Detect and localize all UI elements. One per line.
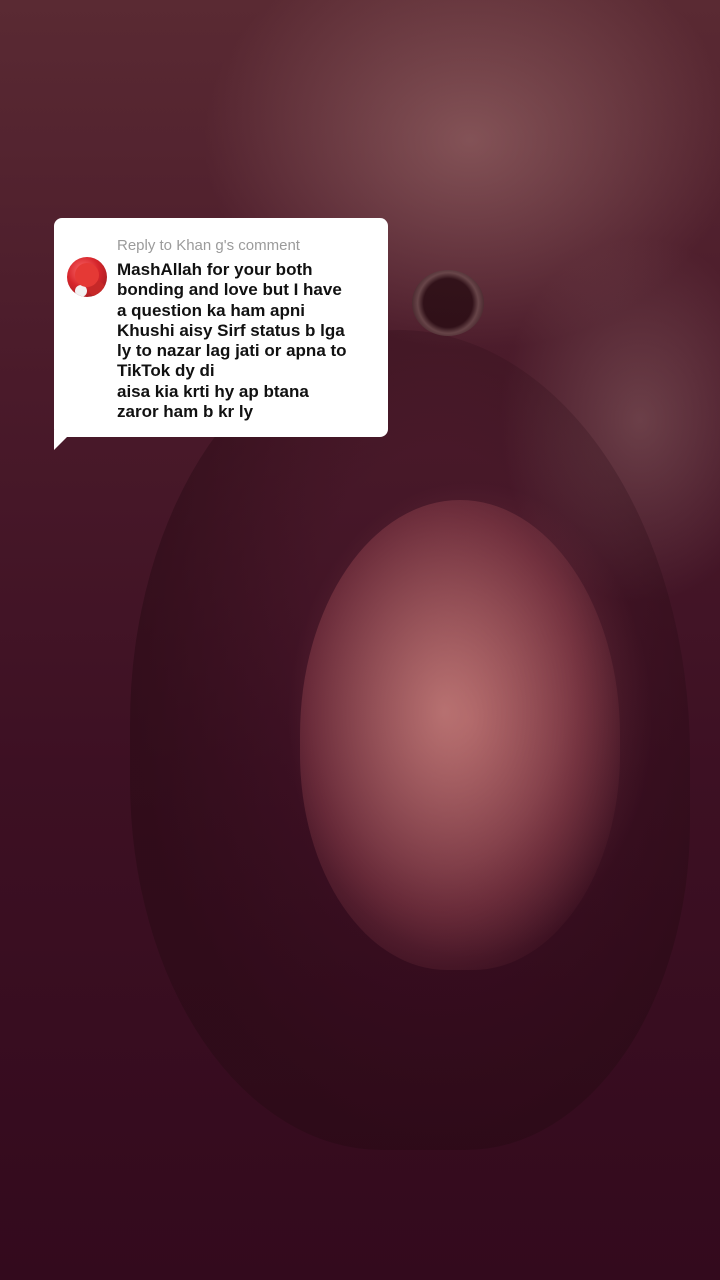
video-frame[interactable]: Reply to Khan g's comment MashAllah for … bbox=[0, 0, 720, 1280]
reply-header-label: Reply to Khan g's comment bbox=[117, 237, 300, 254]
speech-bubble-tail bbox=[54, 430, 74, 450]
commenter-avatar-icon bbox=[67, 257, 107, 297]
background-ceiling-fixture bbox=[412, 270, 484, 336]
background-photo-face bbox=[300, 500, 620, 970]
comment-text: MashAllah for your both bonding and love… bbox=[117, 260, 347, 422]
avatar-image-shape bbox=[75, 263, 99, 287]
reply-comment-sticker[interactable]: Reply to Khan g's comment MashAllah for … bbox=[54, 218, 388, 437]
